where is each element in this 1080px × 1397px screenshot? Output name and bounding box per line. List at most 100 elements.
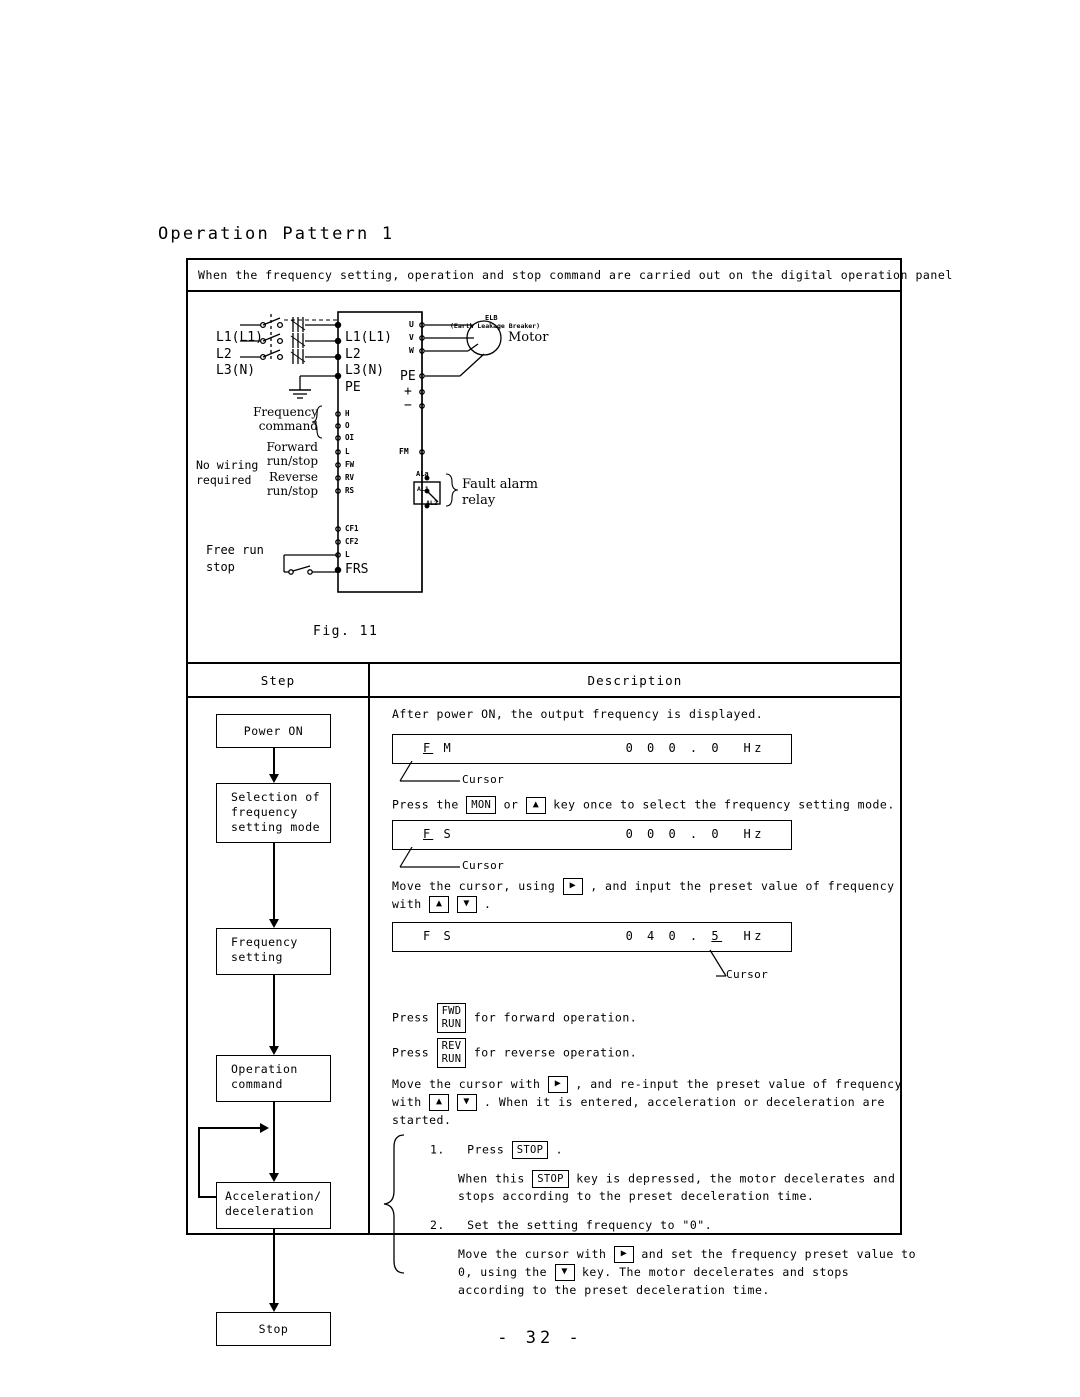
stop-item-1-text-a: Press <box>467 1142 505 1157</box>
move-cursor-text-c: with <box>392 897 422 911</box>
move-cursor-text-a: Move the cursor, using <box>392 879 556 893</box>
flow-arrow-3 <box>269 1046 279 1055</box>
flow-arrow-4 <box>269 1173 279 1182</box>
stop-item-1-body-line-2: stops according to the preset decelerati… <box>458 1189 815 1203</box>
terminal-l-lower: L <box>345 550 350 559</box>
free-run-stop-label: Free run stop <box>206 543 264 574</box>
lcd-2-value: 0 0 0 . 0 Hz <box>625 827 765 841</box>
page-number: - 32 - <box>497 1328 583 1348</box>
terminal-input-pe: PE <box>345 380 361 395</box>
manual-page: Operation Pattern 1 When the frequency s… <box>0 0 1080 1397</box>
press-fwd-text-b: for forward operation. <box>473 1010 638 1025</box>
table-column-headers: Step Description <box>188 664 900 698</box>
cursor-label-3: Cursor <box>726 968 769 981</box>
terminal-o: O <box>345 421 350 430</box>
desc-reinput-line-3: started. <box>392 1113 452 1127</box>
key-right-arrow-icon-2[interactable]: ▶ <box>547 1076 568 1093</box>
key-right-arrow-icon[interactable]: ▶ <box>562 878 583 895</box>
key-up-arrow-icon-3[interactable]: ▲ <box>429 1094 450 1111</box>
terminal-rs: RS <box>345 486 355 495</box>
flow-connector-4 <box>273 1102 275 1177</box>
terminal-ala: ALa <box>416 470 429 478</box>
stop-item-1-heading: 1. Press STOP . <box>430 1141 563 1159</box>
terminal-output-pe: PE <box>400 369 416 384</box>
key-down-arrow-icon-3[interactable]: ▼ <box>554 1264 575 1281</box>
key-down-arrow-icon-2[interactable]: ▼ <box>456 1094 477 1111</box>
terminal-minus: − <box>404 398 412 413</box>
press-rev-text-a: Press <box>392 1045 430 1060</box>
stop-item-2-body-b: and set the frequency preset value to <box>641 1247 917 1261</box>
lcd-display-2: F S 0 0 0 . 0 Hz <box>392 820 792 850</box>
flow-arrow-1 <box>269 774 279 783</box>
reinput-text-b: , and re-input the preset value of frequ… <box>575 1077 902 1091</box>
terminal-input-l3: L3(N) <box>345 363 385 378</box>
terminal-al1: AL1 <box>417 485 429 493</box>
lcd-display-1: F M 0 0 0 . 0 Hz <box>392 734 792 764</box>
flow-connector-5 <box>273 1229 275 1307</box>
flow-step-operation-command: Operation command <box>216 1055 331 1102</box>
cursor-label-2: Cursor <box>462 859 505 872</box>
terminal-u: U <box>409 320 414 329</box>
key-stop-2[interactable]: STOP <box>532 1170 569 1188</box>
desc-move-cursor-line-1: Move the cursor, using ▶ , and input the… <box>392 878 895 895</box>
press-mon-text-c: key once to select the frequency setting… <box>553 797 895 812</box>
reinput-text-d: . When it is entered, acceleration or de… <box>484 1095 885 1109</box>
lcd-2-mode: F S <box>423 827 454 841</box>
operation-pattern-table: When the frequency setting, operation an… <box>186 258 952 1346</box>
flow-arrow-5 <box>269 1303 279 1312</box>
desc-press-mon-line: Press the MON or ▲ key once to select th… <box>392 796 895 814</box>
terminal-w: W <box>409 346 414 355</box>
key-up-arrow-icon-2[interactable]: ▲ <box>429 896 450 913</box>
breaker-full-label: (Earth Leakage Breaker) <box>450 322 541 330</box>
lcd-3-value: 0 4 0 . 5 Hz <box>625 929 765 943</box>
key-mon[interactable]: MON <box>466 796 497 814</box>
reinput-text-a: Move the cursor with <box>392 1077 541 1091</box>
column-header-step: Step <box>260 672 296 688</box>
flow-loop-bottom <box>198 1196 218 1198</box>
stop-item-2-body-d: key. The motor decelerates and stops <box>581 1265 850 1279</box>
supply-label-l3: L3(N) <box>216 363 256 378</box>
stop-item-1-text-b: . <box>555 1142 564 1157</box>
supply-label-l1: L1(L1) <box>216 330 263 345</box>
press-mon-text-b: or <box>503 797 519 812</box>
lcd-1-value: 0 0 0 . 0 Hz <box>625 741 765 755</box>
move-cursor-text-d: . <box>484 897 492 911</box>
terminal-fw: FW <box>345 460 355 469</box>
stop-instructions-brace <box>383 1134 405 1274</box>
step-flowchart: Power ON Selection of frequency setting … <box>188 698 368 1346</box>
stop-item-1-body-line-1: When this STOP key is depressed, the mot… <box>458 1170 895 1188</box>
table-banner-row: When the frequency setting, operation an… <box>188 260 952 292</box>
key-right-arrow-icon-3[interactable]: ▶ <box>613 1246 634 1263</box>
supply-label-l2: L2 <box>216 347 232 362</box>
key-stop-1[interactable]: STOP <box>511 1141 549 1159</box>
wiring-diagram-area: ELB (Earth Leakage Breaker) L1(L1) L2 L3… <box>188 292 900 664</box>
stop-item-2-number: 2. <box>430 1218 445 1232</box>
flow-step-frequency-setting: Frequency setting <box>216 928 331 975</box>
stop-item-2-text-a: Set the setting frequency to "0". <box>467 1218 713 1232</box>
flow-loop-vertical <box>198 1127 200 1197</box>
flow-loop-top <box>198 1127 260 1129</box>
key-fwd-run[interactable]: FWD RUN <box>436 1003 467 1033</box>
flow-connector-3 <box>273 975 275 1050</box>
key-down-arrow-icon[interactable]: ▼ <box>456 896 477 913</box>
key-up-arrow-icon[interactable]: ▲ <box>525 796 546 814</box>
fault-alarm-relay-label: Fault alarm relay <box>462 477 538 508</box>
no-wiring-required-label: No wiring required <box>196 458 259 487</box>
page-title: Operation Pattern 1 <box>158 224 395 244</box>
figure-caption: Fig. 11 <box>313 624 379 639</box>
flow-connector-2 <box>273 843 275 923</box>
terminal-cf1: CF1 <box>345 524 359 533</box>
column-header-description: Description <box>587 672 683 688</box>
lcd-3-mode: F S <box>423 929 454 943</box>
stop-item-2-body-line-2: 0, using the ▼ key. The motor decelerate… <box>458 1264 849 1281</box>
terminal-input-l1: L1(L1) <box>345 330 392 345</box>
terminal-h: H <box>345 409 350 418</box>
description-column: After power ON, the output frequency is … <box>370 698 916 1297</box>
move-cursor-text-b: , and input the preset value of frequenc… <box>590 879 895 893</box>
banner-text: When the frequency setting, operation an… <box>198 268 953 282</box>
flow-step-acceleration-deceleration: Acceleration/ deceleration <box>216 1182 331 1229</box>
press-mon-text-a: Press the <box>392 797 459 812</box>
press-fwd-text-a: Press <box>392 1010 430 1025</box>
key-rev-run[interactable]: REV RUN <box>436 1038 467 1068</box>
press-rev-text-b: for reverse operation. <box>473 1045 638 1060</box>
